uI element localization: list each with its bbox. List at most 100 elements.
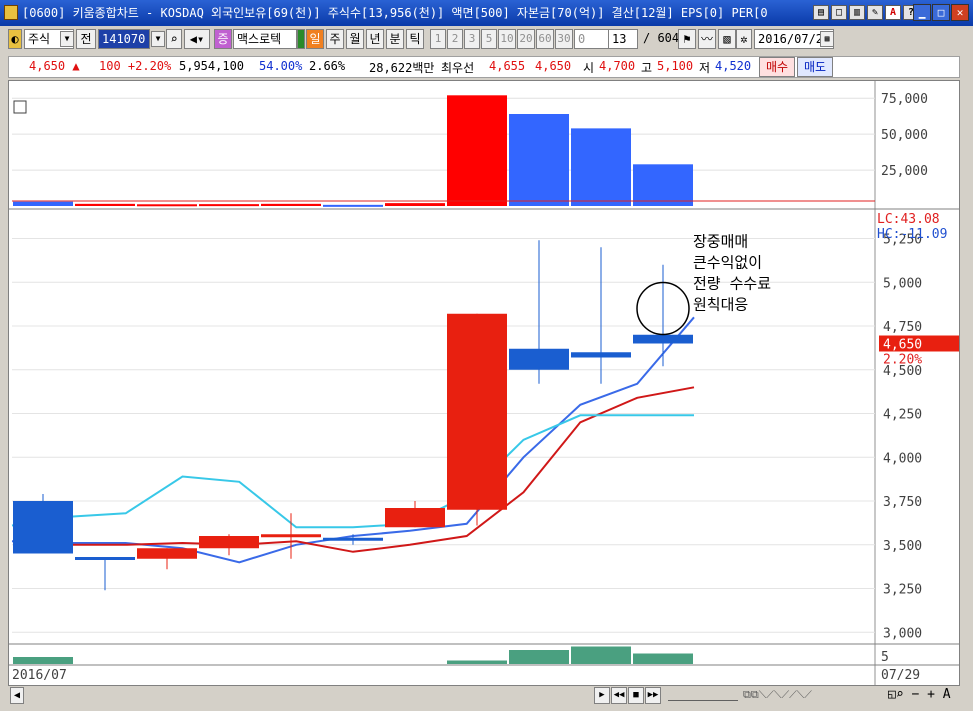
period-day-button[interactable]: 일 (306, 29, 324, 49)
price-tick-label: 4,250 (883, 408, 922, 423)
candle-body (75, 557, 135, 560)
chevron-down-icon[interactable]: ▼ (60, 31, 74, 47)
ask-price: 4,655 (489, 59, 526, 73)
volume-bar (199, 204, 259, 207)
period-year-button[interactable]: 년 (366, 29, 384, 49)
bid-price: 4,650 (535, 59, 572, 73)
jeon-button[interactable]: 전 (76, 29, 96, 49)
sell-button[interactable]: 매도 (797, 57, 833, 77)
gear-icon[interactable]: ✲ (736, 29, 752, 49)
stock-code-input[interactable]: 141070 (98, 29, 150, 49)
tick-30-button[interactable]: 30 (555, 29, 573, 49)
period-month-button[interactable]: 월 (346, 29, 364, 49)
price-pct: 2.20% (883, 353, 922, 368)
turnover: 2.66% (309, 59, 346, 73)
calendar-icon[interactable]: ▦ (820, 31, 834, 47)
volume-tick-label: 25,000 (881, 164, 928, 179)
volume-bar (261, 203, 321, 206)
high-price: 5,100 (657, 59, 694, 73)
candle-body (323, 537, 383, 541)
sub-bar (509, 650, 569, 664)
scroll-left-icon[interactable]: ◀ (10, 687, 24, 704)
price-chart[interactable]: 75,00050,00025,0005,2505,0004,7504,5004,… (9, 81, 961, 685)
low-label: 저 (699, 61, 711, 75)
magnifier-icon[interactable]: ⌕ (166, 29, 182, 49)
date-end-label: 07/29 (881, 668, 920, 683)
font-icon[interactable]: A (885, 5, 901, 20)
tick-5-button[interactable]: 5 (481, 29, 497, 49)
window-icon[interactable]: □ (831, 5, 847, 20)
jeung-badge: 증 (214, 29, 232, 49)
code-dropdown-icon[interactable]: ▼ (151, 31, 165, 47)
candle-body (447, 313, 507, 510)
hc-label: HC:-11.09 (877, 227, 947, 242)
forward-icon[interactable]: ▶▶ (645, 687, 661, 704)
zoom-slider[interactable] (668, 689, 738, 701)
buy-button[interactable]: 매수 (759, 57, 795, 77)
volume-bar (75, 203, 135, 206)
maximize-button[interactable]: □ (932, 4, 950, 21)
tick-2-button[interactable]: 2 (447, 29, 463, 49)
volume-bar (13, 201, 73, 206)
volume-bar (509, 114, 569, 206)
tick-20-button[interactable]: 20 (517, 29, 535, 49)
annotation-text: 장중매매 (693, 233, 748, 251)
lock-icon[interactable]: ◐ (8, 29, 22, 49)
count-input[interactable]: 13 (608, 29, 638, 49)
tick-custom-input[interactable]: 0 (574, 29, 610, 49)
volume-bar (633, 164, 693, 206)
volume-tick-label: 75,000 (881, 92, 928, 107)
sub-tick-label: 5 (881, 650, 889, 665)
window-title: [0600] 키움종합차트 - KOSDAQ 외국인보유[69(천)] 주식수[… (22, 6, 768, 20)
period-week-button[interactable]: 주 (326, 29, 344, 49)
rewind-icon[interactable]: ◀◀ (611, 687, 627, 704)
close-button[interactable]: ✕ (951, 4, 969, 21)
chart-area[interactable]: 75,000 50,000 25,000 5,250 5,000 4,750 4,500 4,… (8, 80, 961, 686)
play-icon[interactable]: ▶ (594, 687, 610, 704)
drawing-tools[interactable]: ⧉⧉⟍⟋⟍⟋⟋⟍⟋ (743, 688, 812, 702)
grid-toggle-icon (13, 100, 27, 114)
date-start-label: 2016/07 (12, 668, 67, 683)
tick-60-button[interactable]: 60 (536, 29, 554, 49)
price-tick-label: 4,750 (883, 320, 922, 335)
best-label: 최우선 (441, 61, 475, 75)
pin-icon[interactable]: ⚑ (678, 29, 696, 49)
candle-body (385, 508, 445, 528)
quote-bar: 4,650 ▲ 100 +2.20% 5,954,100 54.00% 2.66… (8, 56, 960, 78)
volume-ratio: 54.00% (259, 59, 303, 73)
chart-icon[interactable]: 〰 (698, 29, 716, 49)
sub-bar (447, 660, 507, 664)
stop-icon[interactable]: ■ (628, 687, 644, 704)
candle-body (261, 534, 321, 538)
period-minute-button[interactable]: 분 (386, 29, 404, 49)
chart-toolbar: ◐ 주식 ▼ 전 141070 ▼ ⌕ ◀▾ 증 맥스로텍 ▶ 일 주 월 년 … (8, 29, 960, 51)
volume-bar (137, 204, 197, 207)
open-price: 4,700 (599, 59, 636, 73)
speaker-icon[interactable]: ◀▾ (184, 29, 210, 49)
zoom-tools[interactable]: ◱⌕ − + A (888, 687, 951, 702)
candle-body (13, 501, 73, 554)
price-tick-label: 3,250 (883, 583, 922, 598)
grid-icon[interactable]: ▥ (849, 5, 865, 20)
candle-body (199, 536, 259, 549)
tick-1-button[interactable]: 1 (430, 29, 446, 49)
price-tick-label: 4,000 (883, 451, 922, 466)
price-change: 100 +2.20% (99, 59, 172, 73)
volume-tick-label: 50,000 (881, 128, 928, 143)
tick-10-button[interactable]: 10 (498, 29, 516, 49)
candle-body (633, 334, 693, 344)
open-label: 시 (583, 61, 595, 75)
minimize-button[interactable]: ▁ (913, 4, 931, 21)
annotation-text: 원칙대응 (693, 296, 748, 314)
layout-icon[interactable]: ▤ (813, 5, 829, 20)
trade-amount: 28,622백만 (369, 61, 435, 75)
tick-3-button[interactable]: 3 (464, 29, 480, 49)
period-tick-button[interactable]: 틱 (406, 29, 424, 49)
price-tick-label: 5,000 (883, 276, 922, 291)
settings-icon[interactable]: ▧ (718, 29, 736, 49)
edit-icon[interactable]: ✎ (867, 5, 883, 20)
total-count: / 604 (643, 31, 680, 45)
app-icon (4, 5, 18, 20)
annotation-text: 전량 수수료 (693, 275, 771, 293)
price-tag: 4,650 (883, 338, 922, 353)
